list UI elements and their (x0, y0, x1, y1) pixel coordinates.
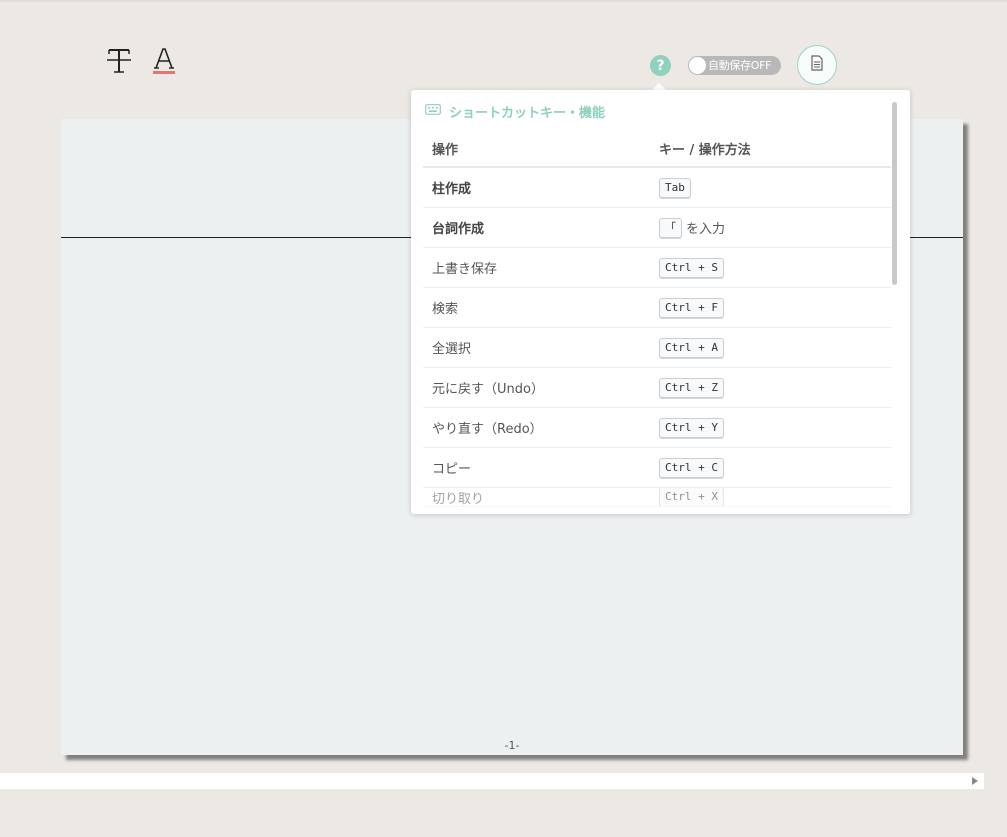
autosave-label: 自動保存OFF (708, 59, 772, 72)
row-key-cell: Ctrl + Y (659, 417, 891, 438)
row-operation: コピー (432, 462, 472, 477)
row-key-cell: 「 を入力 (659, 217, 891, 238)
table-row: 切り取り Ctrl + X (423, 488, 891, 507)
document-button[interactable] (797, 45, 837, 85)
key-label: Ctrl + S (659, 257, 724, 278)
popover-scrollbar[interactable] (892, 102, 897, 285)
table-header: 操作 キー / 操作方法 (423, 130, 891, 168)
row-operation: 切り取り (432, 491, 485, 507)
row-operation: 柱作成 (432, 182, 472, 197)
table-row: 柱作成 Tab (423, 168, 891, 208)
key-suffix-text: を入力 (686, 222, 726, 237)
row-key-cell: Ctrl + C (659, 457, 891, 478)
column-header-operation: 操作 (432, 142, 459, 158)
table-row: 検索 Ctrl + F (423, 288, 891, 328)
scroll-right-arrow-icon[interactable] (972, 777, 978, 785)
table-row: 全選択 Ctrl + A (423, 328, 891, 368)
shortcut-popover: ショートカットキー・機能 操作 キー / 操作方法 柱作成 Tab 台詞作成 「… (411, 90, 910, 514)
table-row: 台詞作成 「 を入力 (423, 208, 891, 248)
key-label: Ctrl + Z (659, 377, 724, 398)
strikethrough-icon[interactable] (104, 44, 136, 78)
table-row: やり直す（Redo） Ctrl + Y (423, 408, 891, 448)
row-key-cell: Tab (659, 177, 891, 198)
document-icon (810, 55, 824, 75)
row-key-cell: Ctrl + S (659, 257, 891, 278)
row-operation: やり直す（Redo） (432, 422, 543, 437)
popover-header: ショートカットキー・機能 (425, 102, 606, 121)
key-label: Ctrl + F (659, 297, 724, 318)
row-operation: 元に戻す（Undo） (432, 382, 544, 397)
row-operation: 全選択 (432, 342, 472, 357)
key-label: Tab (659, 177, 691, 198)
horizontal-scrollbar[interactable] (0, 773, 984, 789)
popover-pointer (652, 83, 666, 90)
key-label: 「 (659, 217, 682, 238)
top-border (0, 0, 1007, 2)
keyboard-icon (425, 103, 441, 119)
key-label: Ctrl + C (659, 457, 724, 478)
row-key-cell: Ctrl + F (659, 297, 891, 318)
shortcut-table: 操作 キー / 操作方法 柱作成 Tab 台詞作成 「 を入力 上書き保存 Ct… (423, 130, 891, 507)
row-key-cell: Ctrl + X (659, 488, 891, 506)
autosave-toggle[interactable]: 自動保存OFF (688, 56, 781, 75)
row-key-cell: Ctrl + A (659, 337, 891, 358)
toggle-knob (689, 57, 706, 74)
row-key-cell: Ctrl + Z (659, 377, 891, 398)
font-color-icon[interactable] (149, 44, 181, 78)
row-operation: 上書き保存 (432, 262, 498, 277)
row-operation: 検索 (432, 302, 459, 317)
table-row: コピー Ctrl + C (423, 448, 891, 488)
key-label: Ctrl + Y (659, 417, 724, 438)
key-label: Ctrl + X (659, 488, 724, 506)
help-button[interactable]: ? (650, 55, 671, 76)
key-label: Ctrl + A (659, 337, 724, 358)
row-operation: 台詞作成 (432, 222, 485, 237)
popover-title: ショートカットキー・機能 (449, 105, 606, 121)
table-row: 元に戻す（Undo） Ctrl + Z (423, 368, 891, 408)
column-header-key: キー / 操作方法 (659, 142, 751, 158)
table-row: 上書き保存 Ctrl + S (423, 248, 891, 288)
page-number: -1- (504, 739, 520, 752)
